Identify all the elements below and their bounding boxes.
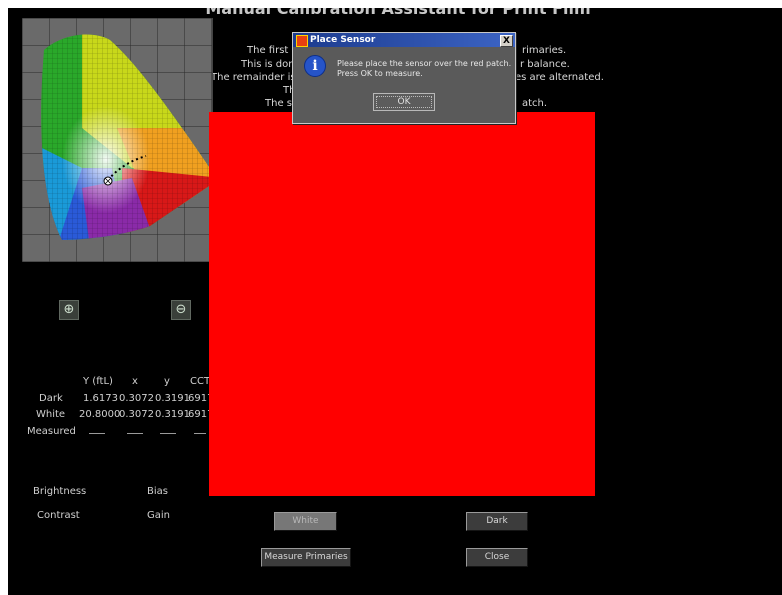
measured-cct-empty <box>194 433 206 434</box>
intro-line-1: The first s <box>247 45 297 56</box>
info-icon: i <box>304 55 326 77</box>
header-y: Y (ftL) <box>83 376 113 387</box>
intro-right-1: rimaries. <box>522 45 567 56</box>
white-y: 20.8000 <box>79 409 121 420</box>
dialog-message-line-2: Press OK to measure. <box>337 69 423 78</box>
measured-lowercase-y-empty <box>160 433 176 434</box>
intro-right-3: es are alternated. <box>515 72 604 83</box>
intro-line-3: The remainder is a <box>211 72 305 83</box>
page-title: Manual Calibration Assistant for Print F… <box>205 8 591 18</box>
zoom-in-icon[interactable]: ⊕ <box>59 300 79 320</box>
header-cct: CCT <box>190 376 211 387</box>
white-lowercase-y: 0.3191 <box>155 409 190 420</box>
zoom-out-icon[interactable]: ⊖ <box>171 300 191 320</box>
header-x: x <box>132 376 138 387</box>
header-lowercase-y: y <box>164 376 170 387</box>
row-label-measured: Measured <box>27 426 76 437</box>
dark-button[interactable]: Dark <box>466 512 528 531</box>
calibration-window: Manual Calibration Assistant for Print F… <box>8 8 782 595</box>
dialog-close-button[interactable]: X <box>500 35 513 47</box>
chromaticity-diagram <box>22 18 213 262</box>
gain-label: Gain <box>147 510 170 521</box>
measured-y-empty <box>89 433 105 434</box>
dark-x: 0.3072 <box>119 393 154 404</box>
intro-right-4: atch. <box>522 98 548 109</box>
dark-y: 1.6173 <box>83 393 118 404</box>
brightness-label: Brightness <box>33 486 87 497</box>
row-label-dark: Dark <box>39 393 63 404</box>
dialog-title-bar[interactable]: Place Sensor X <box>293 33 515 47</box>
red-test-patch <box>209 112 595 496</box>
white-button[interactable]: White <box>274 512 337 531</box>
bias-label: Bias <box>147 486 168 497</box>
white-x: 0.3072 <box>119 409 154 420</box>
dialog-message-line-1: Please place the sensor over the red pat… <box>337 59 512 68</box>
ok-button[interactable]: OK <box>373 93 435 111</box>
measure-primaries-button[interactable]: Measure Primaries <box>261 548 351 567</box>
place-sensor-dialog: Place Sensor X i Please place the sensor… <box>292 32 516 124</box>
row-label-white: White <box>36 409 66 420</box>
measured-x-empty <box>127 433 143 434</box>
close-button[interactable]: Close <box>466 548 528 567</box>
contrast-label: Contrast <box>37 510 80 521</box>
app-logo-icon <box>296 35 308 47</box>
dialog-title: Place Sensor <box>310 35 376 45</box>
intro-right-2: r balance. <box>520 59 570 70</box>
dark-lowercase-y: 0.3191 <box>155 393 190 404</box>
intro-line-5: The s <box>265 98 292 109</box>
intro-line-2: This is don <box>241 59 295 70</box>
